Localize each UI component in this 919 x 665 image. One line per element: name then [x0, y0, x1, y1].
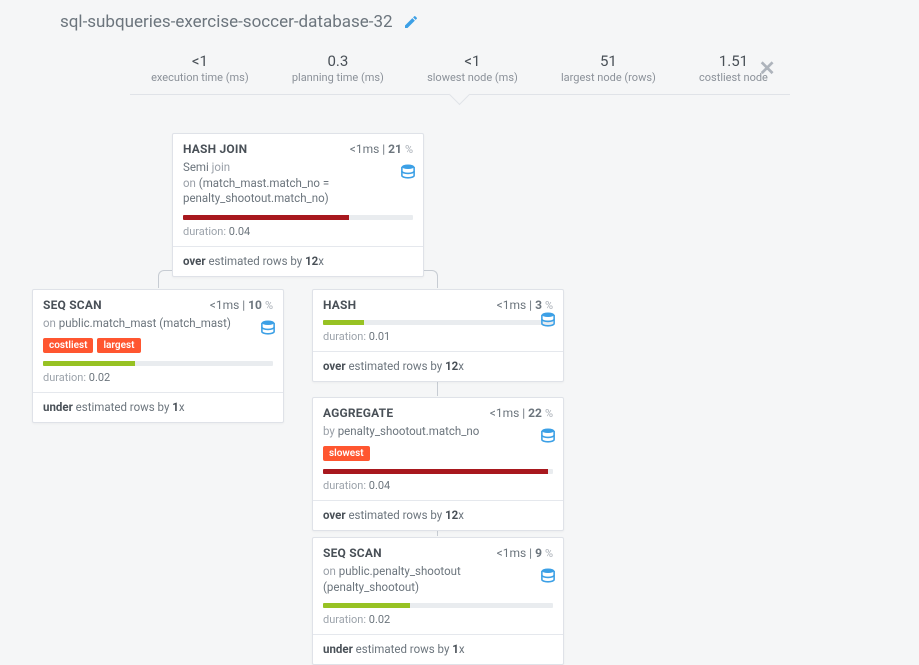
- cost-bar: [183, 215, 413, 220]
- close-icon[interactable]: ✕: [759, 56, 776, 80]
- node-title: SEQ SCAN: [323, 546, 382, 560]
- node-seq-scan-match-mast[interactable]: SEQ SCAN <1ms | 10 % on public.match_mas…: [32, 289, 284, 423]
- tag-costliest: costliest: [43, 338, 93, 353]
- estimate-text: under estimated rows by 1x: [43, 393, 273, 414]
- duration-label: duration: 0.02: [43, 371, 273, 384]
- duration-label: duration: 0.04: [323, 479, 553, 492]
- node-description: on public.penalty_shootout (penalty_shoo…: [323, 564, 553, 595]
- estimate-text: over estimated rows by 12x: [323, 501, 553, 522]
- estimate-text: over estimated rows by 12x: [323, 352, 553, 373]
- node-tags: costliest largest: [43, 338, 273, 353]
- stat-costliest-node: 1.51 costliest node: [699, 52, 768, 84]
- estimate-text: under estimated rows by 1x: [323, 635, 553, 656]
- database-icon: [261, 320, 275, 336]
- node-description: Semi join on (match_mast.match_no = pena…: [183, 160, 413, 207]
- node-title: SEQ SCAN: [43, 298, 102, 312]
- node-metrics: <1ms | 22 %: [490, 406, 553, 420]
- cost-bar: [323, 603, 553, 608]
- stats-bar: <1 execution time (ms) 0.3 planning time…: [130, 46, 790, 95]
- node-description: on public.match_mast (match_mast): [43, 316, 273, 332]
- node-metrics: <1ms | 21 %: [350, 142, 413, 156]
- stat-planning-time: 0.3 planning time (ms): [292, 52, 384, 84]
- stat-exec-time: <1 execution time (ms): [151, 52, 249, 84]
- cost-bar: [43, 361, 273, 366]
- database-icon: [541, 428, 555, 444]
- node-description: by penalty_shootout.match_no: [323, 424, 553, 440]
- stat-largest-node: 51 largest node (rows): [561, 52, 656, 84]
- tag-slowest: slowest: [323, 446, 370, 461]
- duration-label: duration: 0.02: [323, 613, 553, 626]
- database-icon: [541, 568, 555, 584]
- node-tags: slowest: [323, 446, 553, 461]
- node-hash-join[interactable]: HASH JOIN <1ms | 21 % Semi join on (matc…: [172, 133, 424, 277]
- edit-icon[interactable]: [403, 14, 419, 30]
- cost-bar: [323, 469, 553, 474]
- node-title: HASH: [323, 298, 356, 312]
- database-icon: [401, 164, 415, 180]
- tag-largest: largest: [97, 338, 140, 353]
- database-icon: [541, 312, 555, 328]
- duration-label: duration: 0.04: [183, 225, 413, 238]
- node-metrics: <1ms | 3 %: [497, 298, 553, 312]
- node-hash[interactable]: HASH <1ms | 3 % duration: 0.01 over esti…: [312, 289, 564, 382]
- node-metrics: <1ms | 10 %: [210, 298, 273, 312]
- cost-bar: [323, 320, 553, 325]
- page-title: sql-subqueries-exercise-soccer-database-…: [60, 12, 393, 32]
- duration-label: duration: 0.01: [323, 330, 553, 343]
- node-title: AGGREGATE: [323, 406, 393, 420]
- node-metrics: <1ms | 9 %: [497, 546, 553, 560]
- node-title: HASH JOIN: [183, 142, 247, 156]
- node-aggregate[interactable]: AGGREGATE <1ms | 22 % by penalty_shootou…: [312, 397, 564, 531]
- estimate-text: over estimated rows by 12x: [183, 247, 413, 268]
- node-seq-scan-penalty-shootout[interactable]: SEQ SCAN <1ms | 9 % on public.penalty_sh…: [312, 537, 564, 665]
- stat-slowest-node: <1 slowest node (ms): [427, 52, 518, 84]
